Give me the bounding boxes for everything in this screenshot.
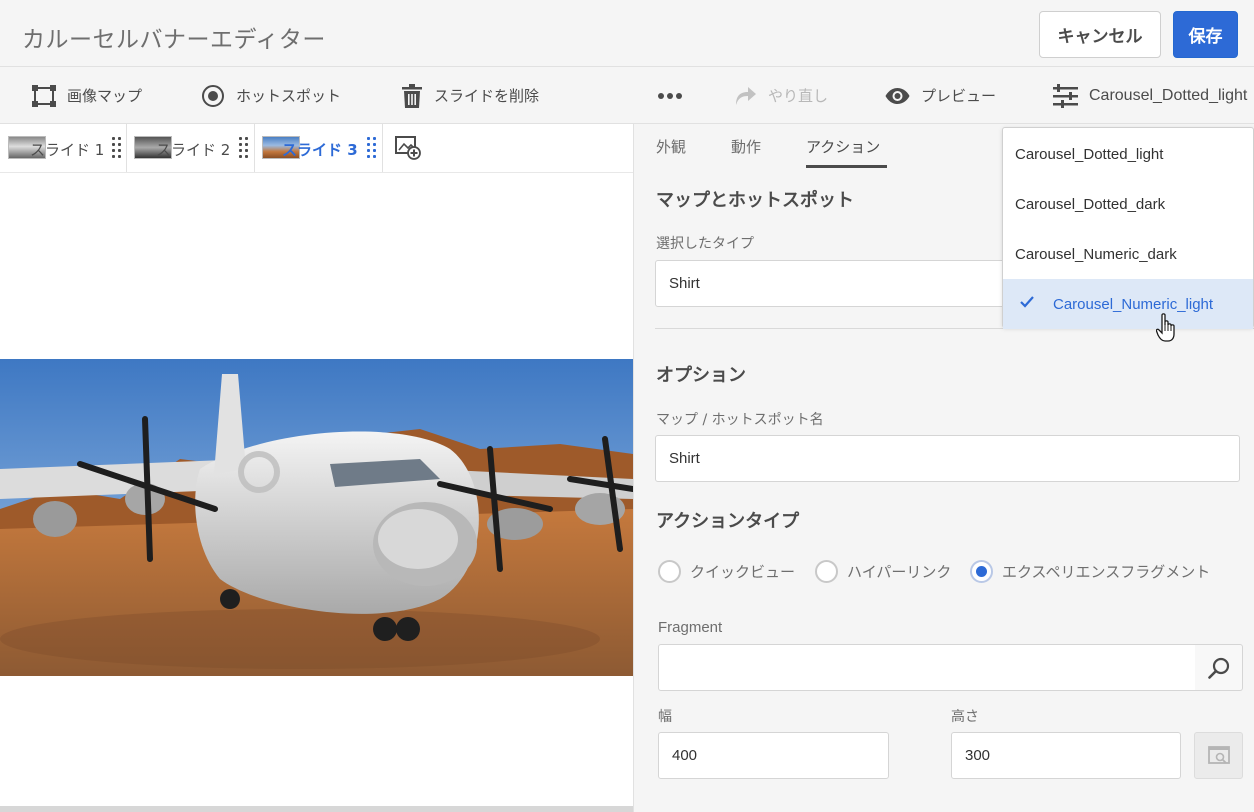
option-label: Carousel_Numeric_dark [1015,245,1177,263]
more-icon [658,92,682,99]
preview-button[interactable]: プレビュー [885,67,996,124]
page-title: カルーセルバナーエディター [22,27,326,53]
fragment-preview-button[interactable] [1194,732,1243,779]
option-label: Carousel_Numeric_light [1053,295,1214,313]
height-input[interactable]: 300 [951,732,1181,779]
image-map-icon [32,84,56,107]
delete-slide-button[interactable]: スライドを削除 [401,67,539,124]
option-label: Carousel_Dotted_light [1015,145,1164,163]
radio-label: ハイパーリンク [847,563,952,581]
option-label: Carousel_Dotted_dark [1015,195,1166,213]
hand-cursor-icon [1156,313,1175,342]
slide-tab-2[interactable]: スライド 2 [128,124,255,172]
width-input[interactable]: 400 [658,732,889,779]
hotspot-label: ホットスポット [236,87,342,105]
add-slide-button[interactable] [384,124,432,172]
airplane-desert-image [0,359,633,676]
more-options-button[interactable] [657,67,694,124]
tab-behavior[interactable]: 動作 [731,136,761,157]
toolbar: 画像マップ ホットスポット スライドを削除 やり直し プレビュー Carouse… [0,67,1254,124]
viewer-preset-label: Carousel_Dotted_light [1089,86,1248,104]
width-label: 幅 [658,709,672,725]
viewer-preset-dropdown: Carousel_Dotted_light Carousel_Dotted_da… [1002,127,1254,329]
slide-tabs: スライド 1 スライド 2 スライド 3 [0,124,633,173]
preview-window-icon [1207,745,1230,764]
banner-image [0,359,633,676]
redo-button[interactable]: やり直し [733,67,828,124]
drag-handle-icon[interactable] [367,137,377,159]
radio-label: エクスペリエンスフラグメント [1002,563,1211,581]
radio-experience-fragment[interactable]: エクスペリエンスフラグメント [970,560,1210,583]
slide-tab-1[interactable]: スライド 1 [0,124,127,172]
drag-handle-icon[interactable] [112,137,122,159]
selected-type-label: 選択したタイプ [656,236,754,252]
map-name-value: Shirt [669,450,700,467]
hotspot-button[interactable]: ホットスポット [201,67,341,124]
hotspot-marker[interactable] [238,451,280,493]
radio-button-checked[interactable] [970,560,993,583]
radio-quickview[interactable]: クイックビュー [658,560,795,583]
selected-type-value: Shirt [669,275,700,292]
save-button[interactable]: 保存 [1173,11,1238,58]
width-value: 400 [672,747,698,764]
map-name-label: マップ / ホットスポット名 [656,412,824,428]
radio-button[interactable] [658,560,681,583]
radio-button[interactable] [815,560,838,583]
fragment-label: Fragment [658,619,723,636]
fragment-search-button[interactable] [1195,644,1243,691]
dropdown-option[interactable]: Carousel_Dotted_dark [1003,179,1253,229]
preview-label: プレビュー [921,87,997,105]
delete-slide-label: スライドを削除 [434,87,540,105]
redo-label: やり直し [768,87,829,105]
slide-tab-3[interactable]: スライド 3 [256,124,383,172]
image-map-label: 画像マップ [67,87,143,105]
header-bar: カルーセルバナーエディター キャンセル 保存 [0,0,1254,67]
hotspot-icon [202,84,224,107]
search-icon [1207,657,1229,679]
radio-label: クイックビュー [690,563,796,581]
drag-handle-icon[interactable] [239,137,249,159]
dropdown-option[interactable]: Carousel_Numeric_dark [1003,229,1253,279]
slide-label: スライド 2 [156,141,231,159]
fragment-input[interactable] [658,644,1196,691]
viewer-preset-button[interactable]: Carousel_Dotted_light [1053,67,1247,124]
map-name-input[interactable]: Shirt [655,435,1240,482]
slide-label: スライド 3 [282,141,358,159]
slide-canvas[interactable] [0,173,633,812]
radio-hyperlink[interactable]: ハイパーリンク [815,560,951,583]
action-type-title: アクションタイプ [656,511,800,532]
height-value: 300 [965,747,991,764]
map-section-title: マップとホットスポット [656,190,854,211]
dropdown-option-selected[interactable]: Carousel_Numeric_light [1003,279,1253,329]
height-label: 高さ [951,709,979,725]
checkmark-icon [1020,296,1034,308]
tab-action[interactable]: アクション [806,136,880,157]
redo-icon [736,86,756,105]
tab-appearance[interactable]: 外観 [656,136,686,157]
sliders-icon [1053,83,1078,108]
slide-label: スライド 1 [30,141,105,159]
options-title: オプション [656,365,746,386]
cancel-button[interactable]: キャンセル [1039,11,1161,58]
trash-icon [402,83,422,108]
active-tab-indicator [806,165,887,168]
eye-icon [885,87,910,104]
add-slide-icon [395,136,421,160]
image-map-button[interactable]: 画像マップ [32,67,142,124]
dropdown-option[interactable]: Carousel_Dotted_light [1003,129,1253,179]
